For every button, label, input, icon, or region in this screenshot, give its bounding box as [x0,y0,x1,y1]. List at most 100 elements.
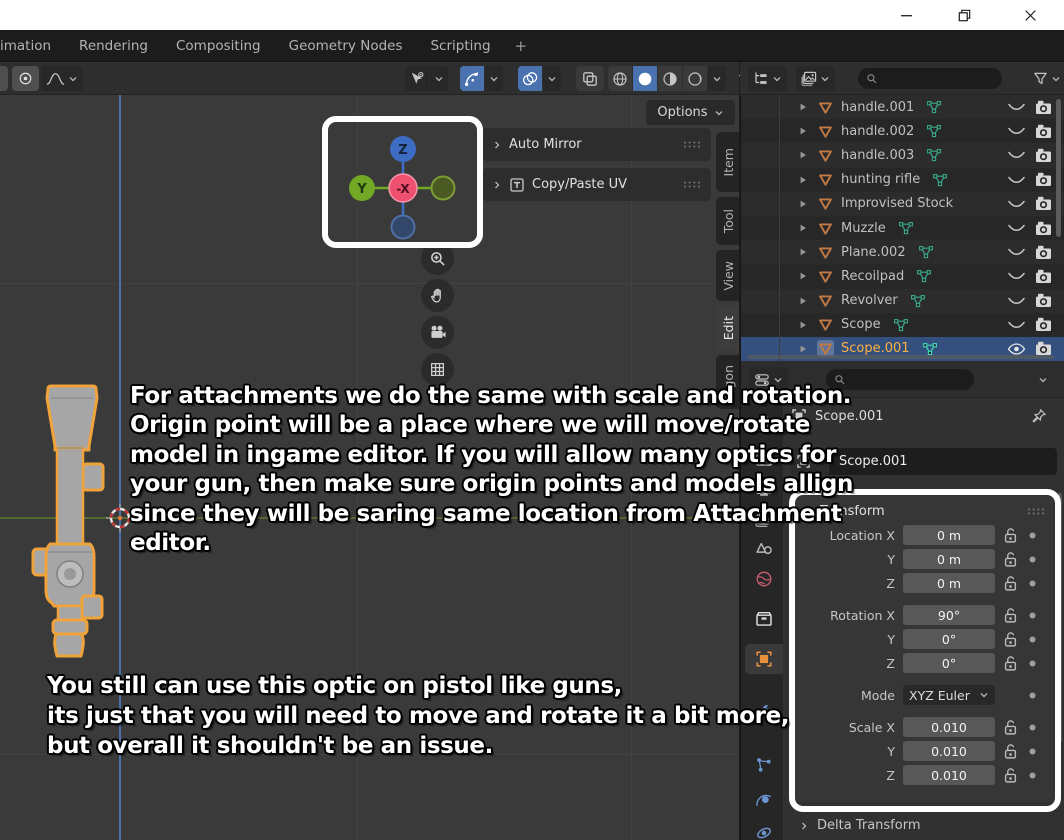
shading-rendered-button[interactable] [683,66,707,91]
workspace-tab-item[interactable]: + [505,30,538,61]
zoom-button[interactable] [421,242,454,275]
camera-visibility-icon[interactable] [1035,293,1052,308]
window-close-button[interactable] [1013,2,1047,28]
lock-open-icon[interactable] [1002,719,1019,736]
animate-property-dot[interactable] [1028,635,1037,644]
toggle-xray-button[interactable] [576,66,604,91]
camera-visibility-icon[interactable] [1035,221,1052,236]
properties-options-dropdown[interactable] [1033,369,1053,390]
show-gizmos-toggle[interactable] [460,66,484,91]
eye-closed-icon[interactable] [1007,148,1026,162]
properties-tab-modifiers[interactable] [745,697,783,727]
object-type-visibility-button[interactable] [405,66,429,91]
transform-value-field[interactable]: 90° [903,605,995,625]
outliner-item-handle-003[interactable]: handle.003 [741,143,1064,168]
workspace-tab-compositing[interactable]: Compositing [162,30,275,61]
transform-panel-header[interactable]: Transform [803,499,1047,523]
camera-visibility-icon[interactable] [1035,196,1052,211]
properties-search[interactable] [826,369,974,390]
eye-closed-icon[interactable] [1007,124,1026,138]
outliner-item-hunting-rifle[interactable]: hunting rifle [741,168,1064,192]
workspace-tab-geometry-nodes[interactable]: Geometry Nodes [275,30,417,61]
eye-closed-icon[interactable] [1007,318,1026,332]
properties-search-input[interactable] [851,371,966,388]
workspace-tab-imation[interactable]: imation [0,30,65,61]
animate-property-dot[interactable] [1028,691,1037,700]
gizmo-axis-neg-y[interactable] [430,175,456,201]
camera-visibility-icon[interactable] [1035,317,1052,332]
outliner-search[interactable] [858,68,1002,89]
lock-open-icon[interactable] [1002,527,1019,544]
outliner-item-muzzle[interactable]: Muzzle [741,216,1064,240]
camera-visibility-icon[interactable] [1035,245,1052,260]
properties-tab-world[interactable] [745,564,783,594]
workspace-tab-rendering[interactable]: Rendering [65,30,162,61]
eye-closed-icon[interactable] [1007,294,1026,308]
sidebar-tab-item[interactable]: Item [716,132,739,192]
transform-value-field[interactable]: 0 m [903,573,995,593]
shading-wireframe-button[interactable] [608,66,632,91]
properties-tab-object[interactable] [745,644,783,674]
window-minimize-button[interactable] [889,2,923,28]
animate-property-dot[interactable] [1028,531,1037,540]
transform-value-field[interactable]: 0° [903,653,995,673]
animate-property-dot[interactable] [1028,723,1037,732]
sidebar-tab-tool[interactable]: Tool [716,197,739,245]
workspace-tab-scripting[interactable]: Scripting [416,30,504,61]
shading-solid-button[interactable] [633,66,657,91]
sidebar-panel-copy-paste-uv[interactable]: Copy/Paste UV [482,168,711,201]
gizmos-dropdown[interactable] [485,66,503,91]
camera-visibility-icon[interactable] [1035,269,1052,284]
shading-dropdown[interactable] [708,66,726,91]
properties-editor-type-dropdown[interactable] [749,367,788,392]
outliner-item-improvised-stock[interactable]: Improvised Stock [741,191,1064,216]
eye-closed-icon[interactable] [1007,197,1026,211]
properties-tab-collection[interactable] [745,604,783,634]
viewport-options-dropdown[interactable]: Options [646,100,735,125]
transform-value-field[interactable]: 0° [903,629,995,649]
sidebar-tab-edit[interactable]: Edit [716,306,739,350]
eye-closed-icon[interactable] [1007,221,1026,235]
properties-tab-tool[interactable] [745,409,783,439]
pan-button[interactable] [421,279,454,312]
show-overlays-toggle[interactable] [518,66,542,91]
outliner-item-revolver[interactable]: Revolver [741,288,1064,313]
properties-tab-view-layer[interactable] [745,504,783,534]
pin-id-icon[interactable] [1031,408,1047,424]
properties-tab-physics[interactable] [745,786,783,816]
lock-open-icon[interactable] [1002,767,1019,784]
gizmo-axis-z[interactable]: Z [390,136,416,162]
object-name-field[interactable]: Scope.001 [791,448,1057,475]
outliner-hscrollbar[interactable] [747,355,1054,359]
viewport-3d[interactable]: Options Z Y -X Auto Mirror Copy/Paste UV… [0,95,739,840]
animate-property-dot[interactable] [1028,771,1037,780]
delta-transform-panel-header[interactable]: Delta Transform [799,818,920,833]
sidebar-panel-auto-mirror[interactable]: Auto Mirror [482,128,711,161]
outliner-search-input[interactable] [883,70,994,87]
falloff-type-dropdown[interactable] [41,66,83,91]
camera-visibility-icon[interactable] [1035,124,1052,139]
properties-tab-render[interactable] [745,444,783,474]
animate-property-dot[interactable] [1028,579,1037,588]
camera-view-button[interactable] [421,316,454,349]
perspective-toggle-button[interactable] [421,353,454,386]
properties-scrollbar[interactable] [1057,493,1062,743]
object-id-dropdown[interactable] [791,448,829,475]
outliner-item-handle-002[interactable]: handle.002 [741,119,1064,143]
gizmo-axis-neg-x[interactable]: -X [388,173,418,203]
outliner-item-handle-001[interactable]: handle.001 [741,95,1064,120]
lock-open-icon[interactable] [1002,551,1019,568]
transform-value-field[interactable]: 0.010 [903,717,995,737]
animate-property-dot[interactable] [1028,555,1037,564]
eye-closed-icon[interactable] [1007,269,1026,283]
transform-value-field[interactable]: 0.010 [903,765,995,785]
camera-visibility-icon[interactable] [1035,148,1052,163]
proportional-editing-toggle[interactable] [12,66,39,91]
properties-tab-particles[interactable] [745,750,783,780]
overlays-dropdown[interactable] [543,66,561,91]
shading-material-button[interactable] [658,66,682,91]
gizmo-axis-y[interactable]: Y [349,175,375,201]
object-type-visibility-dropdown[interactable] [430,66,448,91]
lock-open-icon[interactable] [1002,607,1019,624]
outliner-scrollbar[interactable] [1056,99,1061,237]
